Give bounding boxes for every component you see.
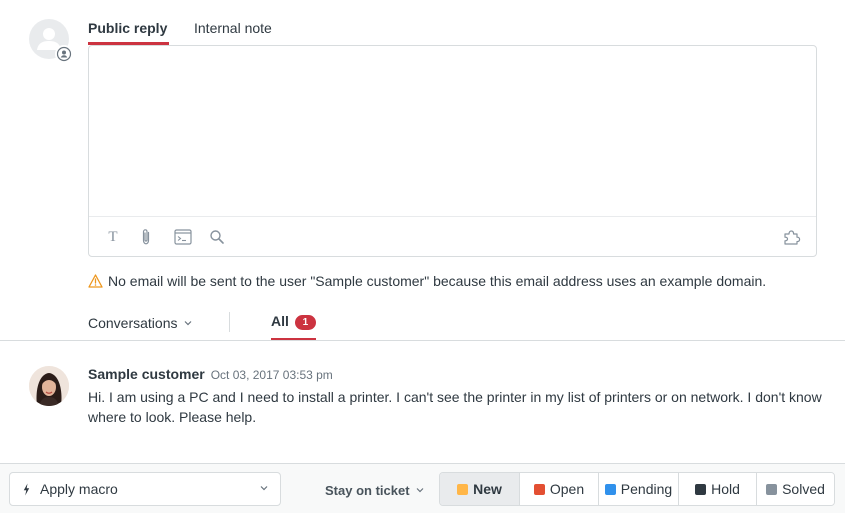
message-timestamp: Oct 03, 2017 03:53 pm: [210, 368, 333, 382]
email-warning: No email will be sent to the user "Sampl…: [88, 271, 766, 291]
attachment-icon[interactable]: [137, 228, 155, 246]
status-selector: New Open Pending Hold Solved: [439, 472, 835, 506]
stay-on-ticket-label: Stay on ticket: [325, 482, 410, 498]
ticket-footer: Apply macro Stay on ticket New Open Pend…: [0, 463, 845, 513]
reply-body-input[interactable]: [89, 46, 816, 216]
agent-badge: [55, 45, 73, 63]
status-solved-label: Solved: [782, 481, 825, 497]
status-new-swatch: [457, 483, 469, 495]
tab-public-reply[interactable]: Public reply: [88, 19, 169, 45]
message-header: Sample customer Oct 03, 2017 03:53 pm: [88, 366, 333, 384]
status-hold-button[interactable]: Hold: [678, 473, 756, 505]
status-pending-swatch: [604, 483, 616, 495]
section-divider: [0, 340, 845, 341]
chevron-down-icon: [260, 486, 268, 491]
customer-avatar: [29, 366, 69, 406]
status-solved-swatch: [766, 483, 778, 495]
tab-internal-note[interactable]: Internal note: [194, 19, 272, 45]
status-open-label: Open: [549, 481, 585, 497]
apply-macro-label: Apply macro: [40, 481, 118, 497]
apply-macro-dropdown[interactable]: Apply macro: [9, 472, 281, 506]
conversations-label: Conversations: [88, 315, 178, 331]
terminal-icon[interactable]: [174, 228, 192, 246]
warning-triangle-icon: [88, 274, 103, 288]
filter-divider: [229, 312, 230, 332]
lightning-bolt-icon: [23, 483, 30, 495]
status-solved-button[interactable]: Solved: [756, 473, 834, 505]
status-new-label: New: [473, 481, 502, 497]
status-open-button[interactable]: Open: [519, 473, 598, 505]
status-open-swatch: [533, 483, 545, 495]
editor-toolbar: T: [89, 216, 816, 256]
status-new-button[interactable]: New: [440, 473, 519, 505]
user-circle-icon: [56, 46, 72, 62]
tab-all-label: All: [271, 313, 289, 329]
chevron-down-icon: [416, 488, 423, 493]
puzzle-icon[interactable]: [783, 228, 801, 246]
search-icon[interactable]: [208, 228, 226, 246]
status-pending-label: Pending: [620, 481, 673, 497]
status-hold-swatch: [695, 483, 707, 495]
message-author[interactable]: Sample customer: [88, 366, 205, 382]
chevron-down-icon: [184, 321, 191, 326]
customer-photo-icon: [29, 366, 69, 406]
tab-all-conversations[interactable]: All 1: [271, 313, 316, 341]
conversation-count-badge: 1: [294, 315, 316, 330]
tab-public-reply-label: Public reply: [88, 20, 168, 36]
reply-editor: T: [88, 45, 817, 257]
message-body: Hi. I am using a PC and I need to instal…: [88, 389, 822, 425]
stay-on-ticket-dropdown[interactable]: Stay on ticket: [325, 481, 424, 499]
warning-text: No email will be sent to the user "Sampl…: [108, 273, 767, 289]
status-hold-label: Hold: [711, 481, 740, 497]
text-format-icon[interactable]: T: [104, 228, 122, 246]
status-pending-button[interactable]: Pending: [598, 473, 678, 505]
tab-internal-note-label: Internal note: [194, 20, 272, 36]
conversations-dropdown[interactable]: Conversations: [88, 313, 192, 333]
